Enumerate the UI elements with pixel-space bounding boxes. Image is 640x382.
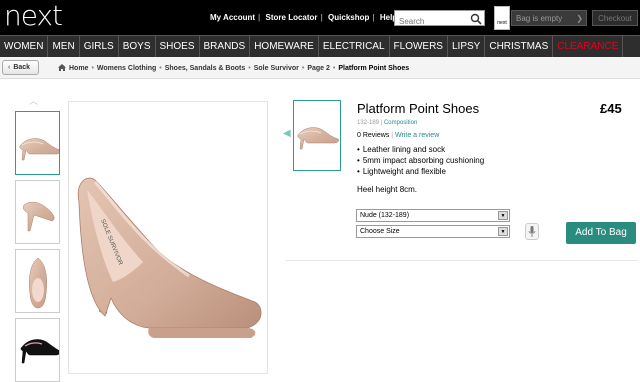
breadcrumb: Home • Womens Clothing • Shoes, Sandals & Bo… (58, 64, 412, 72)
product-code-line: 132-189 | Composition (357, 120, 418, 126)
checkout-button[interactable]: Checkout (592, 10, 638, 26)
main-nav: WOMEN MEN GIRLS BOYS SHOES BRANDS HOMEWARE ELEC… (0, 35, 640, 57)
chevron-up-icon[interactable]: ︿ (29, 94, 38, 107)
main-product-image[interactable]: SOLE SURVIVOR (68, 101, 268, 374)
my-account-link[interactable]: My Account (207, 13, 258, 22)
search-box (394, 10, 485, 29)
chevron-right-icon: ❯ (576, 14, 583, 23)
shopping-bag-icon[interactable]: next (494, 6, 510, 30)
quickshop-link[interactable]: Quickshop (325, 13, 372, 22)
colour-select-value: Nude (132-189) (360, 212, 410, 219)
selected-colour-thumbnail[interactable] (293, 100, 341, 171)
feature-item: Lightweight and flexible (357, 166, 484, 177)
search-input[interactable] (395, 14, 467, 29)
breadcrumb-current: Platform Point Shoes (338, 65, 410, 72)
breadcrumb-shoes[interactable]: Shoes, Sandals & Boots (165, 65, 246, 72)
divider (286, 260, 638, 261)
feature-item: 5mm impact absorbing cushioning (357, 155, 484, 166)
composition-link[interactable]: Composition (384, 120, 417, 126)
feature-list: Leather lining and sock 5mm impact absor… (357, 144, 484, 177)
next-logo[interactable]: next (4, 0, 63, 32)
size-select-value: Choose Size (360, 228, 400, 235)
product-price: £45 (600, 101, 622, 116)
back-button[interactable]: ‹ Back (2, 60, 39, 75)
breadcrumb-womens-clothing[interactable]: Womens Clothing (97, 65, 156, 72)
breadcrumb-page-2[interactable]: Page 2 (307, 65, 330, 72)
back-label: Back (13, 64, 31, 71)
nav-item-girls[interactable]: GIRLS (80, 36, 119, 57)
nav-item-women[interactable]: WOMEN (0, 36, 49, 57)
thumbnail-side-view[interactable] (15, 111, 60, 175)
feature-item: Leather lining and sock (357, 144, 484, 155)
reviews-line: 0 Reviews | Write a review (357, 132, 440, 139)
product-title: Platform Point Shoes (357, 101, 480, 116)
nav-item-homeware[interactable]: HOMEWARE (250, 36, 319, 57)
home-icon[interactable] (58, 64, 69, 72)
chevron-down-icon: ▼ (498, 227, 508, 236)
nav-item-shoes[interactable]: SHOES (156, 36, 200, 57)
nav-item-clearance[interactable]: CLEARANCE (553, 36, 624, 57)
nav-item-men[interactable]: MEN (48, 36, 80, 57)
top-bar: next My Account | Store Locator | Quicksho… (0, 0, 640, 35)
breadcrumb-bar: ‹ Back Home • Womens Clothing • Shoes, Sandal… (0, 57, 640, 79)
nav-item-lipsy[interactable]: LIPSY (448, 36, 486, 57)
chevron-left-icon: ‹ (8, 64, 11, 71)
thumbnail-top-view[interactable] (15, 249, 60, 313)
bag-status-button[interactable]: Bag is empty ❯ (511, 10, 587, 26)
breadcrumb-sole-survivor[interactable]: Sole Survivor (254, 65, 299, 72)
account-links: My Account | Store Locator | Quickshop | He… (207, 13, 400, 22)
nav-item-boys[interactable]: BOYS (119, 36, 156, 57)
bag-status-label: Bag is empty (516, 14, 563, 23)
nav-item-brands[interactable]: BRANDS (200, 36, 251, 57)
microphone-icon[interactable] (525, 223, 539, 240)
thumbnail-black-variant[interactable] (15, 318, 60, 382)
search-icon[interactable] (470, 12, 482, 30)
nav-item-christmas[interactable]: CHRISTMAS (485, 36, 554, 57)
chevron-down-icon: ▼ (498, 211, 508, 220)
nav-item-flowers[interactable]: FLOWERS (390, 36, 448, 57)
review-count[interactable]: 0 Reviews (357, 132, 389, 139)
breadcrumb-home[interactable]: Home (69, 65, 88, 72)
heel-height: Heel height 8cm. (357, 185, 418, 194)
add-to-bag-button[interactable]: Add To Bag (566, 222, 636, 244)
nav-item-electrical[interactable]: ELECTRICAL (319, 36, 390, 57)
thumbnail-back-view[interactable] (15, 180, 60, 244)
product-code: 132-189 (357, 120, 380, 126)
write-review-link[interactable]: Write a review (395, 132, 439, 139)
size-select[interactable]: Choose Size ▼ (356, 225, 510, 238)
colour-select[interactable]: Nude (132-189) ▼ (356, 209, 510, 222)
chevron-left-icon[interactable]: ◀ (283, 128, 291, 139)
store-locator-link[interactable]: Store Locator (263, 13, 321, 22)
